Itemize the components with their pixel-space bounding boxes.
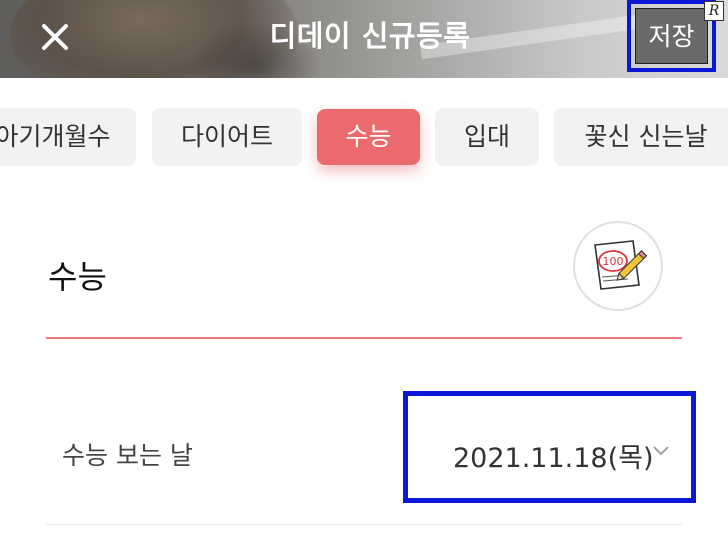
chip-diet[interactable]: 다이어트 bbox=[152, 108, 302, 166]
section-title: 수능 bbox=[48, 258, 107, 296]
header-bar: 디데이 신규등록 bbox=[0, 0, 728, 78]
chevron-down-icon bbox=[653, 446, 669, 456]
chip-baby-months[interactable]: 아기개월수 bbox=[0, 108, 136, 166]
date-value: 2021.11.18(목) bbox=[453, 443, 654, 474]
page-title: 디데이 신규등록 bbox=[269, 19, 471, 53]
date-picker-field[interactable]: 2021.11.18(목) bbox=[403, 391, 696, 503]
event-icon-button[interactable]: 100 bbox=[573, 221, 663, 311]
date-row-label: 수능 보는 날 bbox=[62, 441, 193, 470]
row-divider bbox=[46, 524, 682, 525]
save-button[interactable]: 저장 bbox=[627, 0, 716, 72]
save-button-label: 저장 bbox=[635, 8, 708, 64]
chip-enlistment[interactable]: 입대 bbox=[435, 108, 539, 166]
section-divider bbox=[46, 337, 682, 339]
chip-discharge-day[interactable]: 꽃신 신는날 bbox=[554, 108, 728, 166]
exam-paper-icon: 100 bbox=[594, 240, 648, 290]
chip-suneung[interactable]: 수능 bbox=[317, 109, 420, 165]
corner-mark-icon: R bbox=[704, 1, 724, 21]
exam-score-text: 100 bbox=[603, 255, 624, 268]
